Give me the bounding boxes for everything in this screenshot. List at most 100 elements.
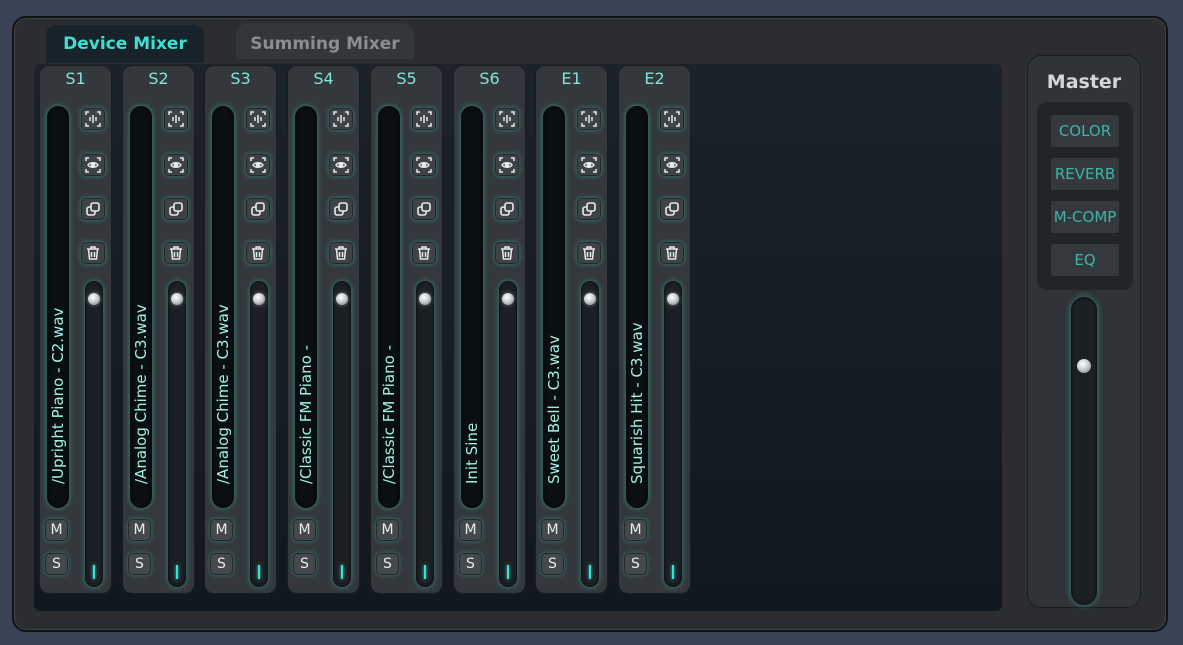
eq-fx-button[interactable]: EQ xyxy=(1051,244,1119,276)
mute-button[interactable]: M xyxy=(128,519,151,541)
eye-button[interactable] xyxy=(164,154,188,176)
eye-button[interactable] xyxy=(329,154,353,176)
volume-fader[interactable] xyxy=(581,281,599,587)
mute-button[interactable]: M xyxy=(210,519,233,541)
volume-fader[interactable] xyxy=(250,281,268,587)
eye-button[interactable] xyxy=(81,154,105,176)
volume-fader[interactable] xyxy=(85,281,103,587)
duplicate-button[interactable] xyxy=(660,198,684,220)
channel-strip-s6: S6 Init Sine M S xyxy=(453,65,526,594)
duplicate-button[interactable] xyxy=(329,198,353,220)
fader-knob[interactable] xyxy=(336,293,348,305)
channel-strip-s3: S3/Analog Chime - C3.wav M S xyxy=(204,65,277,594)
sample-name-slot[interactable]: Squarish Hit - C3.wav xyxy=(626,106,648,508)
sample-name-slot[interactable]: /Analog Chime - C3.wav xyxy=(212,106,234,508)
eye-button[interactable] xyxy=(577,154,601,176)
m-comp-fx-button[interactable]: M-COMP xyxy=(1051,201,1119,233)
strip-label: S6 xyxy=(479,69,500,88)
solo-button[interactable]: S xyxy=(541,553,564,575)
reverb-fx-button[interactable]: REVERB xyxy=(1051,158,1119,190)
strip-label: S2 xyxy=(148,69,169,88)
fader-knob[interactable] xyxy=(584,293,596,305)
fader-knob[interactable] xyxy=(419,293,431,305)
sample-name-slot[interactable]: /Analog Chime - C3.wav xyxy=(130,106,152,508)
volume-fader[interactable] xyxy=(416,281,434,587)
volume-fader[interactable] xyxy=(168,281,186,587)
solo-button[interactable]: S xyxy=(210,553,233,575)
fader-knob[interactable] xyxy=(253,293,265,305)
duplicate-button[interactable] xyxy=(246,198,270,220)
waveform-button[interactable] xyxy=(412,108,436,130)
volume-fader[interactable] xyxy=(664,281,682,587)
level-meter xyxy=(93,565,95,579)
eye-button[interactable] xyxy=(412,154,436,176)
solo-button[interactable]: S xyxy=(376,553,399,575)
waveform-button[interactable] xyxy=(164,108,188,130)
duplicate-button[interactable] xyxy=(412,198,436,220)
duplicate-button[interactable] xyxy=(495,198,519,220)
volume-fader[interactable] xyxy=(499,281,517,587)
eye-button[interactable] xyxy=(246,154,270,176)
solo-button[interactable]: S xyxy=(45,553,68,575)
master-section: Master COLOR REVERB M-COMP EQ xyxy=(1027,55,1141,608)
fader-knob[interactable] xyxy=(88,293,100,305)
master-title: Master xyxy=(1046,71,1122,93)
trash-button[interactable] xyxy=(246,242,270,264)
trash-button[interactable] xyxy=(81,242,105,264)
color-fx-button[interactable]: COLOR xyxy=(1051,115,1119,147)
solo-button[interactable]: S xyxy=(459,553,482,575)
master-fader-knob[interactable] xyxy=(1077,359,1091,373)
sample-name: /Classic FM Piano - xyxy=(380,345,398,484)
solo-button[interactable]: S xyxy=(293,553,316,575)
waveform-button[interactable] xyxy=(660,108,684,130)
level-meter xyxy=(176,565,178,579)
fader-knob[interactable] xyxy=(502,293,514,305)
strip-label: S5 xyxy=(396,69,417,88)
trash-button[interactable] xyxy=(164,242,188,264)
level-meter xyxy=(507,565,509,579)
solo-button[interactable]: S xyxy=(624,553,647,575)
sample-name-slot[interactable]: /Classic FM Piano - xyxy=(295,106,317,508)
waveform-button[interactable] xyxy=(577,108,601,130)
mute-button[interactable]: M xyxy=(45,519,68,541)
channel-strip-s2: S2/Analog Chime - C3.wav M S xyxy=(122,65,195,594)
strip-label: S1 xyxy=(65,69,86,88)
mute-button[interactable]: M xyxy=(541,519,564,541)
mute-button[interactable]: M xyxy=(624,519,647,541)
sample-name: /Classic FM Piano - xyxy=(297,345,315,484)
sample-name-slot[interactable]: /Classic FM Piano - xyxy=(378,106,400,508)
waveform-button[interactable] xyxy=(329,108,353,130)
strip-label: E2 xyxy=(644,69,665,88)
fader-knob[interactable] xyxy=(171,293,183,305)
sample-name-slot[interactable]: /Upright Piano - C2.wav xyxy=(47,106,69,508)
sample-name: /Analog Chime - C3.wav xyxy=(132,304,150,484)
mute-button[interactable]: M xyxy=(376,519,399,541)
trash-button[interactable] xyxy=(412,242,436,264)
tab-device-mixer[interactable]: Device Mixer xyxy=(46,25,204,63)
master-volume-fader[interactable] xyxy=(1071,297,1097,605)
waveform-button[interactable] xyxy=(246,108,270,130)
mute-button[interactable]: M xyxy=(293,519,316,541)
fader-knob[interactable] xyxy=(667,293,679,305)
tab-summing-mixer[interactable]: Summing Mixer xyxy=(236,23,414,59)
solo-button[interactable]: S xyxy=(128,553,151,575)
mute-button[interactable]: M xyxy=(459,519,482,541)
trash-button[interactable] xyxy=(495,242,519,264)
sample-name-slot[interactable]: Sweet Bell - C3.wav xyxy=(543,106,565,508)
trash-button[interactable] xyxy=(577,242,601,264)
sample-name: Squarish Hit - C3.wav xyxy=(628,322,646,484)
waveform-button[interactable] xyxy=(495,108,519,130)
volume-fader[interactable] xyxy=(333,281,351,587)
level-meter xyxy=(341,565,343,579)
sample-name-slot[interactable]: Init Sine xyxy=(461,106,483,508)
duplicate-button[interactable] xyxy=(164,198,188,220)
master-fx-group: COLOR REVERB M-COMP EQ xyxy=(1037,102,1133,290)
waveform-button[interactable] xyxy=(81,108,105,130)
eye-button[interactable] xyxy=(495,154,519,176)
trash-button[interactable] xyxy=(329,242,353,264)
duplicate-button[interactable] xyxy=(577,198,601,220)
duplicate-button[interactable] xyxy=(81,198,105,220)
eye-button[interactable] xyxy=(660,154,684,176)
trash-button[interactable] xyxy=(660,242,684,264)
level-meter xyxy=(258,565,260,579)
